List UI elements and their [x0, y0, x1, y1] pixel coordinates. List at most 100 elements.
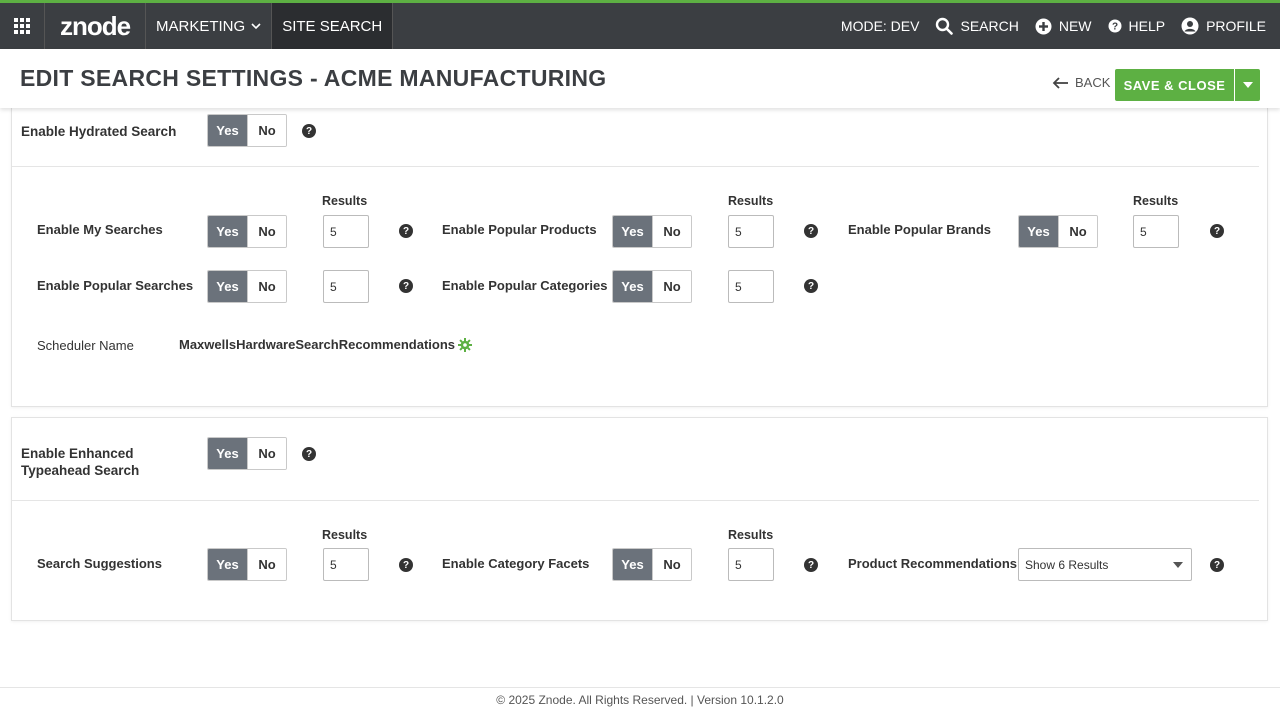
search-suggestions-results-input[interactable]: 5 — [323, 548, 369, 581]
toggle-yes[interactable]: Yes — [208, 549, 247, 580]
nav-marketing-label: MARKETING — [156, 17, 246, 35]
hydrated-search-panel: Enable Hydrated Search Yes No ? Enable M… — [11, 108, 1268, 407]
nav-marketing[interactable]: MARKETING — [146, 3, 273, 49]
toggle-no[interactable]: No — [246, 271, 286, 302]
toggle-yes[interactable]: Yes — [208, 115, 247, 146]
search-suggestions-label: Search Suggestions — [37, 556, 162, 571]
toggle-no[interactable]: No — [651, 216, 691, 247]
scheduler-name-label: Scheduler Name — [37, 338, 134, 353]
popular-categories-results-input[interactable]: 5 — [728, 270, 774, 303]
typeahead-search-panel: Enable Enhanced Typeahead Search Yes No … — [11, 417, 1268, 621]
mode-label: MODE: DEV — [840, 18, 920, 34]
popular-products-toggle: Yes No — [612, 215, 692, 248]
nav-profile-label: PROFILE — [1206, 18, 1266, 34]
toggle-no[interactable]: No — [651, 549, 691, 580]
my-searches-label: Enable My Searches — [37, 222, 163, 237]
help-icon[interactable]: ? — [804, 224, 818, 238]
divider — [12, 500, 1259, 501]
arrow-left-icon — [1052, 76, 1068, 89]
nav-help-button[interactable]: ? HELP — [1108, 18, 1165, 34]
divider — [12, 166, 1259, 167]
page-title: EDIT SEARCH SETTINGS - ACME MANUFACTURIN… — [20, 65, 607, 91]
footer: © 2025 Znode. All Rights Reserved. | Ver… — [0, 687, 1280, 712]
typeahead-label-line2: Typeahead Search — [21, 463, 140, 478]
results-label: Results — [322, 528, 368, 542]
help-icon[interactable]: ? — [804, 558, 818, 572]
search-suggestions-toggle: Yes No — [207, 548, 287, 581]
toggle-no[interactable]: No — [246, 115, 286, 146]
help-icon[interactable]: ? — [399, 279, 413, 293]
toggle-yes[interactable]: Yes — [613, 216, 652, 247]
znode-logo[interactable]: znode — [45, 3, 146, 49]
user-circle-icon — [1181, 17, 1199, 35]
help-icon[interactable]: ? — [302, 447, 316, 461]
category-facets-results-input[interactable]: 5 — [728, 548, 774, 581]
typeahead-label-line1: Enable Enhanced — [21, 446, 134, 461]
help-icon[interactable]: ? — [302, 124, 316, 138]
toggle-no[interactable]: No — [246, 216, 286, 247]
toggle-yes[interactable]: Yes — [613, 549, 652, 580]
popular-searches-label: Enable Popular Searches — [37, 278, 194, 293]
gear-icon[interactable] — [458, 337, 472, 352]
nav-profile-button[interactable]: PROFILE — [1181, 17, 1266, 35]
caret-down-icon — [1242, 82, 1253, 88]
caret-down-icon — [1173, 562, 1183, 568]
toggle-yes[interactable]: Yes — [208, 271, 247, 302]
grid-icon — [14, 18, 30, 34]
popular-brands-results-input[interactable]: 5 — [1133, 215, 1179, 248]
popular-products-label: Enable Popular Products — [442, 222, 597, 237]
toggle-yes[interactable]: Yes — [1019, 216, 1058, 247]
my-searches-toggle: Yes No — [207, 215, 287, 248]
back-button[interactable]: BACK — [1052, 75, 1110, 90]
my-searches-results-input[interactable]: 5 — [323, 215, 369, 248]
chevron-down-icon — [251, 23, 261, 30]
search-icon — [936, 17, 954, 35]
apps-menu-button[interactable] — [0, 3, 45, 49]
results-label: Results — [728, 528, 774, 542]
nav-search-label: SEARCH — [960, 18, 1019, 34]
toggle-yes[interactable]: Yes — [208, 438, 247, 469]
typeahead-search-label: Enable Enhanced Typeahead Search — [21, 445, 139, 479]
product-recommendations-select[interactable]: Show 6 Results — [1018, 548, 1192, 581]
help-icon[interactable]: ? — [399, 224, 413, 238]
nav-new-button[interactable]: NEW — [1035, 18, 1092, 35]
help-icon[interactable]: ? — [1210, 558, 1224, 572]
popular-categories-toggle: Yes No — [612, 270, 692, 303]
svg-text:?: ? — [1111, 22, 1117, 33]
results-label: Results — [1133, 194, 1179, 208]
footer-text: © 2025 Znode. All Rights Reserved. | Ver… — [496, 693, 784, 707]
help-icon[interactable]: ? — [1210, 224, 1224, 238]
nav-new-label: NEW — [1058, 18, 1092, 34]
popular-products-results-input[interactable]: 5 — [728, 215, 774, 248]
mode-indicator[interactable]: MODE: DEV — [841, 18, 920, 34]
toggle-yes[interactable]: Yes — [613, 271, 652, 302]
category-facets-toggle: Yes No — [612, 548, 692, 581]
popular-searches-toggle: Yes No — [207, 270, 287, 303]
help-circle-icon: ? — [1108, 19, 1122, 33]
typeahead-search-toggle: Yes No — [207, 437, 287, 470]
save-options-dropdown[interactable] — [1235, 69, 1260, 101]
help-icon[interactable]: ? — [399, 558, 413, 572]
save-close-button[interactable]: SAVE & CLOSE — [1115, 69, 1234, 101]
product-recommendations-value: Show 6 Results — [1025, 557, 1109, 572]
scheduler-name-text: MaxwellsHardwareSearchRecommendations — [179, 337, 455, 352]
hydrated-search-toggle: Yes No — [207, 114, 287, 147]
toggle-yes[interactable]: Yes — [208, 216, 247, 247]
top-nav: znode MARKETING SITE SEARCH MODE: DEV SE… — [0, 0, 1280, 49]
category-facets-label: Enable Category Facets — [442, 556, 590, 571]
toggle-no[interactable]: No — [246, 549, 286, 580]
nav-search-button[interactable]: SEARCH — [935, 17, 1019, 35]
toggle-no[interactable]: No — [651, 271, 691, 302]
logo-text: znode — [59, 10, 131, 41]
results-label: Results — [322, 194, 368, 208]
page-header: EDIT SEARCH SETTINGS - ACME MANUFACTURIN… — [0, 49, 1280, 108]
nav-site-search-label: SITE SEARCH — [282, 17, 383, 35]
results-label: Results — [728, 194, 774, 208]
help-icon[interactable]: ? — [804, 279, 818, 293]
nav-site-search[interactable]: SITE SEARCH — [272, 3, 394, 49]
toggle-no[interactable]: No — [246, 438, 286, 469]
toggle-no[interactable]: No — [1057, 216, 1097, 247]
popular-searches-results-input[interactable]: 5 — [323, 270, 369, 303]
back-label: BACK — [1075, 75, 1111, 90]
popular-brands-label: Enable Popular Brands — [848, 222, 992, 237]
